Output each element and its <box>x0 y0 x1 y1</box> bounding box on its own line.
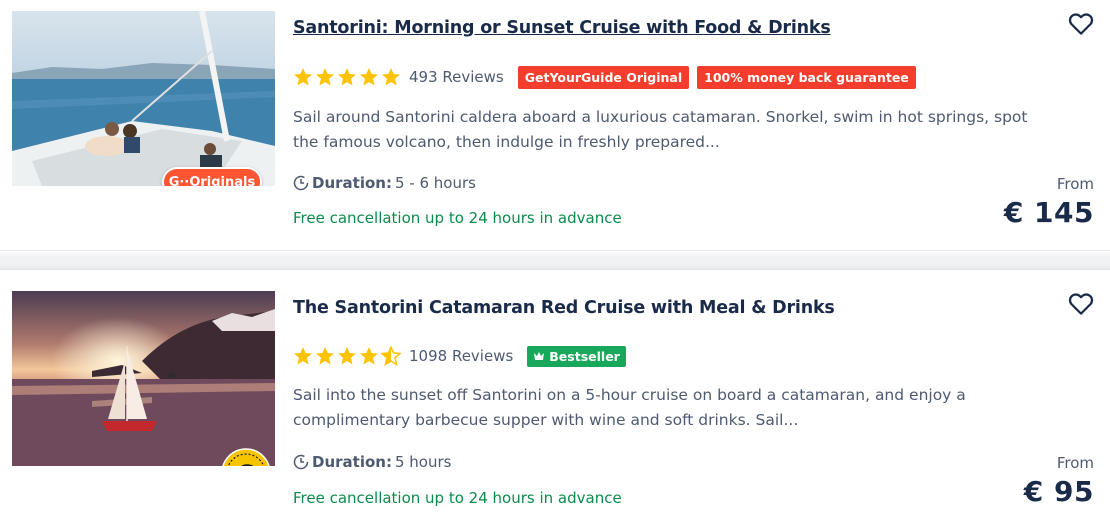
card-separator <box>0 250 1110 270</box>
star-icon <box>316 347 334 365</box>
star-icon <box>338 68 356 86</box>
review-count[interactable]: 1098 Reviews <box>409 347 513 365</box>
star-icon <box>338 347 356 365</box>
activity-description: Sail around Santorini caldera aboard a l… <box>293 105 1053 155</box>
price-from-label: From <box>1056 175 1094 193</box>
rating-row: 1098 Reviews Bestseller <box>293 343 626 369</box>
star-rating <box>293 67 401 87</box>
clock-icon <box>293 454 309 470</box>
duration-label: Duration: <box>312 174 392 192</box>
activity-card[interactable]: G··Originals Santorini: Morning or Sunse… <box>0 0 1110 250</box>
price-from-label: From <box>1056 454 1094 472</box>
price: € 145 <box>1003 196 1094 229</box>
activity-image[interactable]: G <box>12 291 275 466</box>
original-badge: GetYourGuide Original <box>517 65 690 89</box>
duration-label: Duration: <box>312 453 392 471</box>
sunset-catamaran-photo <box>12 291 275 466</box>
review-count[interactable]: 493 Reviews <box>409 68 504 86</box>
price: € 95 <box>1023 475 1094 508</box>
free-cancellation: Free cancellation up to 24 hours in adva… <box>293 209 622 227</box>
duration-value: 5 - 6 hours <box>394 174 476 192</box>
gyg-coin-icon: G <box>222 448 270 466</box>
description-line: Sail around Santorini caldera aboard a l… <box>293 108 1028 126</box>
description-line: the famous volcano, then indulge in fres… <box>293 133 720 151</box>
description-line: complimentary barbecue supper with wine … <box>293 411 799 429</box>
star-icon <box>382 68 400 86</box>
guarantee-badge: 100% money back guarantee <box>697 65 916 89</box>
crown-icon <box>534 352 545 360</box>
star-icon <box>360 68 378 86</box>
heart-icon[interactable] <box>1066 8 1096 38</box>
duration-value: 5 hours <box>394 453 452 471</box>
star-icon <box>294 347 312 365</box>
star-icon <box>294 68 312 86</box>
free-cancellation: Free cancellation up to 24 hours in adva… <box>293 489 622 507</box>
clock-icon <box>293 175 309 191</box>
activity-description: Sail into the sunset off Santorini on a … <box>293 383 1053 433</box>
star-icon <box>360 347 378 365</box>
duration: Duration: 5 - 6 hours <box>293 174 476 192</box>
bestseller-label: Bestseller <box>549 348 620 364</box>
activity-title[interactable]: The Santorini Catamaran Red Cruise with … <box>293 298 835 318</box>
heart-icon[interactable] <box>1066 288 1096 318</box>
originals-badge: G··Originals <box>162 167 262 186</box>
activity-title[interactable]: Santorini: Morning or Sunset Cruise with… <box>293 18 831 38</box>
half-star-icon <box>381 346 401 366</box>
star-icon <box>316 68 334 86</box>
catamaran-lounge-photo <box>12 11 275 186</box>
activity-card[interactable]: G The Santorini Catamaran Red Cruise wit… <box>0 270 1110 516</box>
svg-text:G: G <box>237 462 255 466</box>
bestseller-badge: Bestseller <box>527 345 626 367</box>
activity-image[interactable]: G··Originals <box>12 11 275 186</box>
star-rating <box>293 346 401 366</box>
rating-row: 493 Reviews GetYourGuide Original 100% m… <box>293 64 916 90</box>
duration: Duration: 5 hours <box>293 453 451 471</box>
description-line: Sail into the sunset off Santorini on a … <box>293 386 966 404</box>
